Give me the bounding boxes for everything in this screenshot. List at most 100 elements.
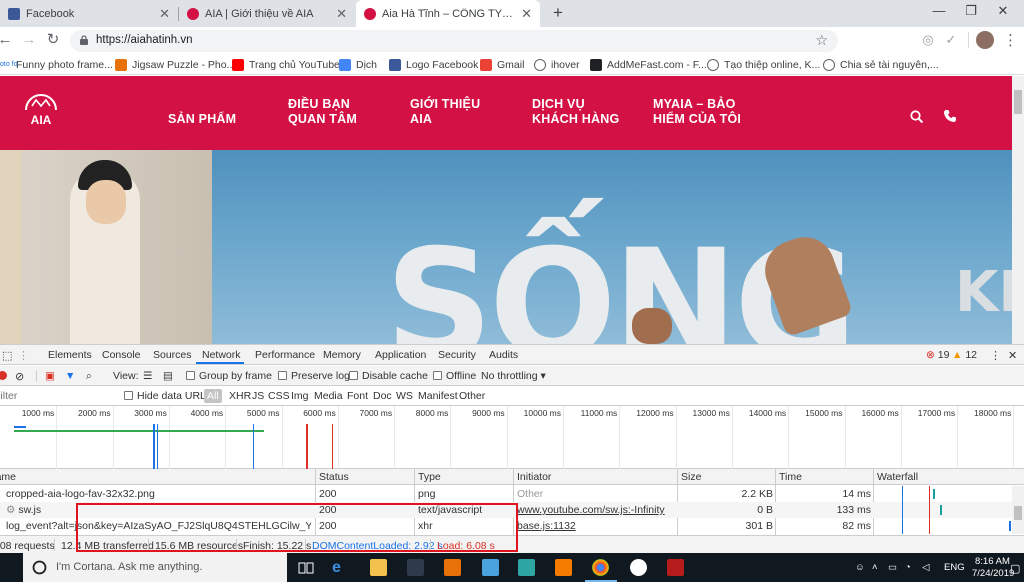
devtools-tab-security[interactable]: Security bbox=[438, 349, 476, 361]
edge-icon[interactable]: e bbox=[332, 559, 349, 576]
offline-checkbox[interactable]: Offline bbox=[433, 370, 476, 382]
filter-type-img[interactable]: Img bbox=[291, 390, 309, 402]
chrome-icon[interactable] bbox=[592, 559, 609, 576]
devtools-tab-elements[interactable]: Elements bbox=[48, 349, 92, 361]
messenger-extension-icon[interactable]: ◎ bbox=[920, 32, 936, 48]
address-bar[interactable]: https://aiahatinh.vn ☆ bbox=[70, 30, 838, 52]
bookmark-item[interactable]: Trang chủ YouTube bbox=[232, 57, 340, 72]
devtools-tab-sources[interactable]: Sources bbox=[153, 349, 192, 361]
nav-myaia[interactable]: MYAIA – BẢO HIỂM CỦA TÔI bbox=[653, 97, 753, 127]
device-toolbar-icon[interactable]: ⬚ bbox=[2, 349, 12, 362]
close-tab-icon[interactable]: ✕ bbox=[159, 6, 170, 22]
close-tab-icon[interactable]: ✕ bbox=[521, 6, 532, 22]
battery-icon[interactable]: ▭ bbox=[888, 562, 897, 573]
bookmark-item[interactable]: Jigsaw Puzzle - Pho... bbox=[115, 57, 235, 72]
filter-type-js[interactable]: JS bbox=[252, 390, 264, 402]
clock-date[interactable]: 7/24/2019 bbox=[972, 568, 1014, 579]
task-view-icon[interactable] bbox=[298, 560, 314, 576]
bookmark-item[interactable]: Logo Facebook bbox=[389, 57, 478, 72]
forward-icon[interactable]: → bbox=[20, 31, 38, 49]
table-row[interactable]: cropped-aia-logo-fav-32x32.png 200 png O… bbox=[0, 486, 1012, 502]
nav-san-pham[interactable]: SẢN PHẨM bbox=[168, 112, 236, 127]
filter-type-xhr[interactable]: XHR bbox=[229, 390, 251, 402]
bookmark-item[interactable]: Gmail bbox=[480, 57, 524, 72]
filter-type-media[interactable]: Media bbox=[314, 390, 343, 402]
tray-chevron-icon[interactable]: ˄ bbox=[872, 562, 878, 573]
disable-cache-checkbox[interactable]: Disable cache bbox=[349, 370, 428, 382]
column-initiator[interactable]: Initiator bbox=[517, 471, 551, 483]
phone-icon[interactable] bbox=[943, 109, 957, 123]
preserve-log-checkbox[interactable]: Preserve log bbox=[278, 370, 350, 382]
devtools-tab-audits[interactable]: Audits bbox=[489, 349, 518, 361]
hide-data-urls-checkbox[interactable]: Hide data URLs bbox=[124, 390, 211, 402]
filter-type-other[interactable]: Other bbox=[459, 390, 485, 402]
request-initiator-link[interactable]: base.js:1132 bbox=[517, 520, 576, 532]
bookmark-item[interactable]: Funny photo frame... bbox=[16, 57, 113, 72]
column-name[interactable]: Name bbox=[0, 471, 16, 483]
filter-type-manifest[interactable]: Manifest bbox=[418, 390, 458, 402]
nav-dieu-ban-quan-tam[interactable]: ĐIỀU BẠN QUAN TÂM bbox=[288, 97, 368, 127]
bookmark-item[interactable]: AddMeFast.com - F... bbox=[590, 57, 707, 72]
j-extension-icon[interactable]: J bbox=[846, 32, 862, 48]
column-status[interactable]: Status bbox=[319, 471, 349, 483]
filter-type-doc[interactable]: Doc bbox=[373, 390, 392, 402]
aia-logo[interactable]: AIA bbox=[22, 94, 60, 130]
filezilla-icon[interactable] bbox=[667, 559, 684, 576]
app-icon[interactable] bbox=[518, 559, 535, 576]
close-window-button[interactable]: ✕ bbox=[988, 3, 1018, 23]
check-extension-icon[interactable]: ✓ bbox=[943, 32, 959, 48]
sublime-icon[interactable] bbox=[444, 559, 461, 576]
devtools-tab-performance[interactable]: Performance bbox=[255, 349, 315, 361]
table-scrollbar[interactable] bbox=[1012, 486, 1024, 534]
bookmark-item[interactable]: Dịch bbox=[339, 57, 377, 72]
bookmark-star-icon[interactable]: ☆ bbox=[815, 32, 828, 49]
file-explorer-icon[interactable] bbox=[370, 559, 387, 576]
new-tab-button[interactable]: + bbox=[543, 3, 573, 23]
devtools-tab-memory[interactable]: Memory bbox=[323, 349, 361, 361]
page-scrollbar[interactable] bbox=[1012, 76, 1024, 344]
filter-type-font[interactable]: Font bbox=[347, 390, 368, 402]
volume-icon[interactable]: ◁ bbox=[922, 562, 929, 573]
devtools-tab-application[interactable]: Application bbox=[375, 349, 426, 361]
back-icon[interactable]: ← bbox=[0, 31, 14, 49]
throttling-select[interactable]: No throttling ▾ bbox=[481, 370, 546, 382]
warning-count[interactable]: ▲ 12 bbox=[952, 349, 977, 361]
clear-icon[interactable]: ⊘ bbox=[15, 370, 24, 383]
store-icon[interactable] bbox=[407, 559, 424, 576]
error-count[interactable]: ⊗ 19 bbox=[926, 349, 949, 361]
nav-gioi-thieu-aia[interactable]: GIỚI THIỆU AIA bbox=[410, 97, 490, 127]
close-tab-icon[interactable]: ✕ bbox=[336, 6, 347, 22]
scrollbar-thumb[interactable] bbox=[1014, 506, 1022, 520]
bookmark-item[interactable]: Chia sẻ tài nguyên,... bbox=[823, 57, 939, 72]
large-rows-icon[interactable]: ☰ bbox=[143, 370, 152, 382]
devtools-menu-icon[interactable]: ⋮ bbox=[990, 349, 1001, 362]
filter-type-all[interactable]: All bbox=[204, 389, 222, 403]
filter-input[interactable] bbox=[0, 389, 104, 403]
record-icon[interactable] bbox=[0, 371, 7, 380]
reload-icon[interactable]: ↻ bbox=[44, 31, 62, 49]
search-icon[interactable]: ⌕ bbox=[86, 370, 92, 383]
group-by-frame-checkbox[interactable]: Group by frame bbox=[186, 370, 272, 382]
bookmark-item[interactable]: Tạo thiệp online, K... bbox=[707, 57, 820, 72]
people-icon[interactable]: ☺ bbox=[855, 562, 865, 573]
column-type[interactable]: Type bbox=[418, 471, 441, 483]
filter-type-css[interactable]: CSS bbox=[268, 390, 290, 402]
tab-aia-intro[interactable]: AIA | Giới thiệu về AIA ✕ bbox=[179, 0, 355, 27]
column-size[interactable]: Size bbox=[681, 471, 701, 483]
request-initiator-link[interactable]: www.youtube.com/sw.js:-Infinity bbox=[517, 504, 675, 516]
profile-avatar[interactable] bbox=[976, 31, 994, 49]
filter-type-ws[interactable]: WS bbox=[396, 390, 413, 402]
column-time[interactable]: Time bbox=[779, 471, 802, 483]
network-icon[interactable]: ◔ bbox=[905, 562, 911, 573]
download-extension-icon[interactable]: ↓ bbox=[870, 32, 886, 48]
tab-aia-hatinh[interactable]: Aia Hà Tĩnh – CÔNG TY TNHH TC ✕ bbox=[356, 0, 540, 27]
column-waterfall[interactable]: Waterfall bbox=[877, 471, 918, 483]
devtools-close-icon[interactable]: ✕ bbox=[1008, 349, 1017, 362]
cortana-search-box[interactable]: I'm Cortana. Ask me anything. bbox=[23, 553, 287, 582]
xampp-icon[interactable] bbox=[555, 559, 572, 576]
app-icon[interactable] bbox=[482, 559, 499, 576]
devtools-tab-console[interactable]: Console bbox=[102, 349, 141, 361]
bookmark-partial[interactable]: oto fo bbox=[0, 57, 18, 72]
search-icon[interactable] bbox=[910, 110, 924, 124]
chat-app-icon[interactable] bbox=[630, 559, 647, 576]
